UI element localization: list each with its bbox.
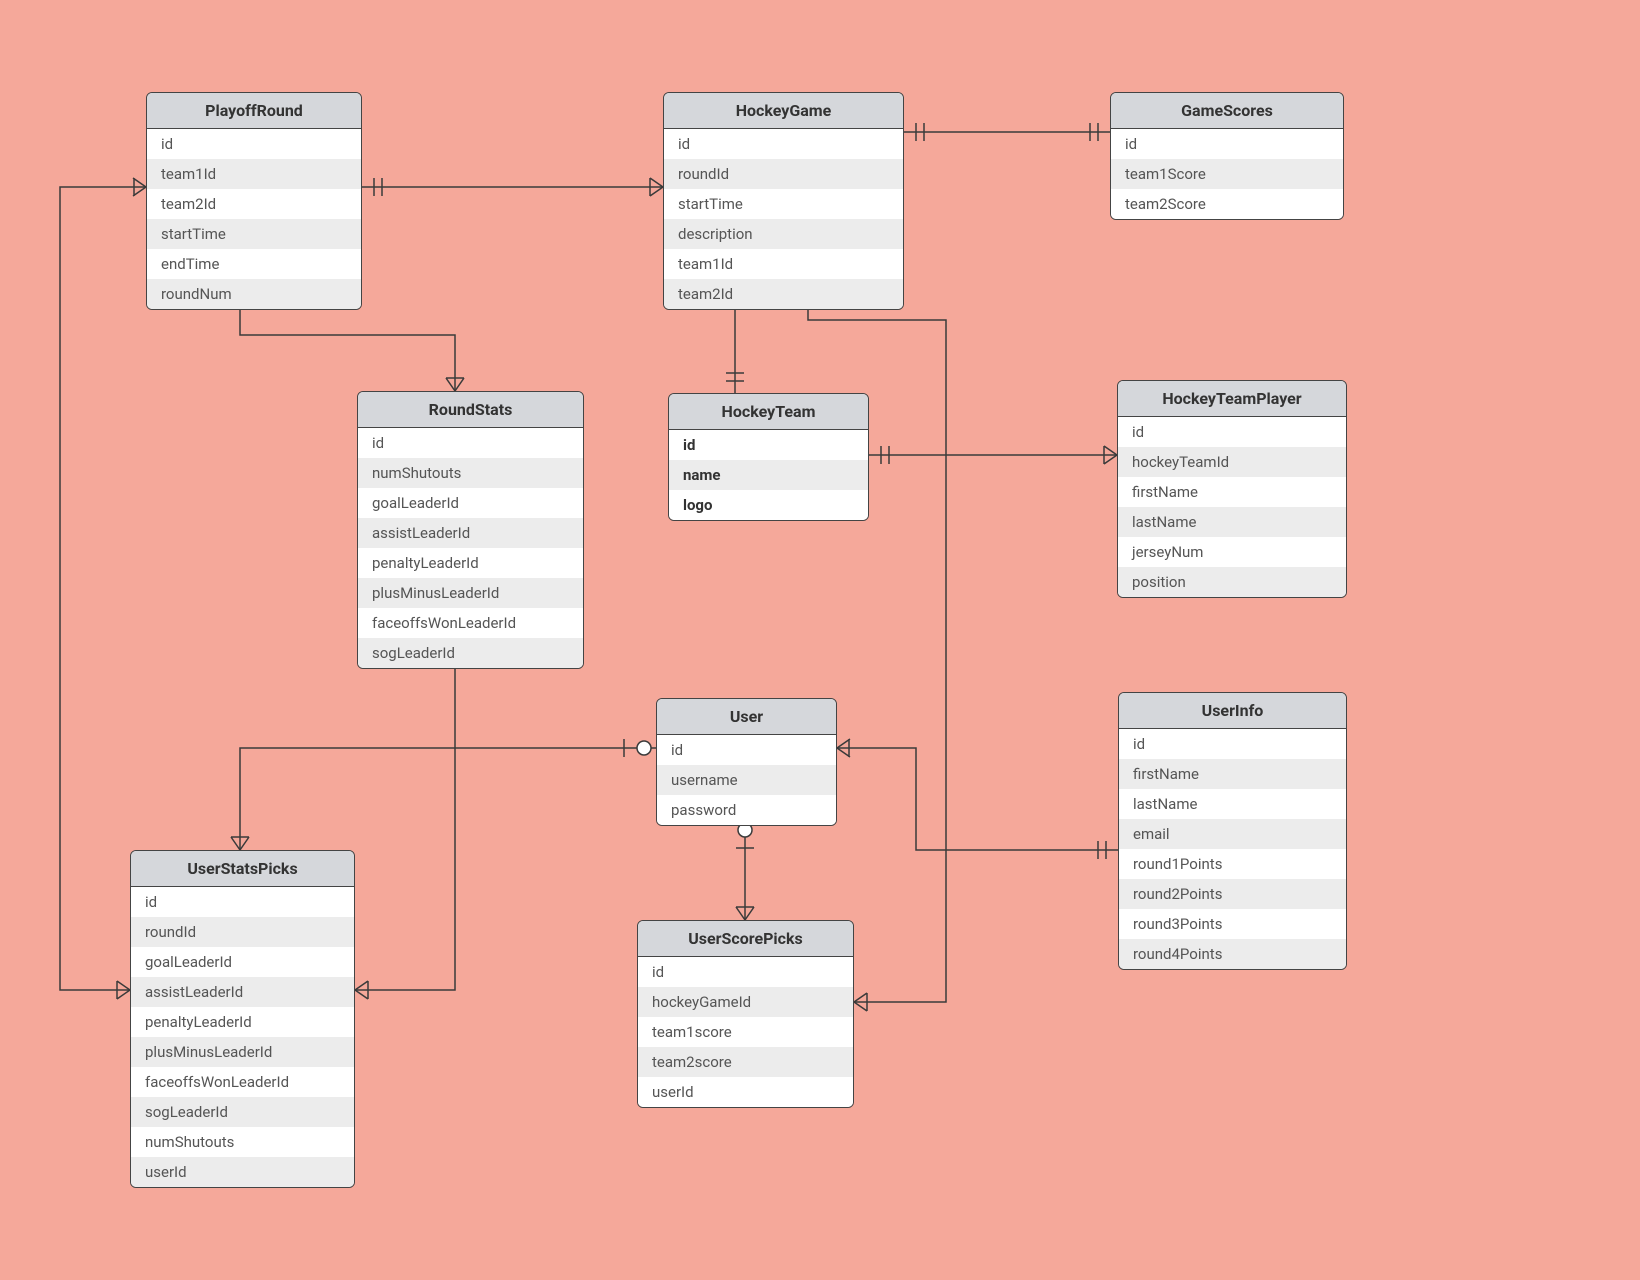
entity-field: id	[1111, 129, 1343, 159]
entity-field: round3Points	[1119, 909, 1346, 939]
entity-user-info: UserInfo id firstName lastName email rou…	[1118, 692, 1347, 970]
entity-field: id	[1119, 729, 1346, 759]
entity-field: id	[1118, 417, 1346, 447]
entity-header: UserStatsPicks	[131, 851, 354, 887]
entity-round-stats: RoundStats id numShutouts goalLeaderId a…	[357, 391, 584, 669]
entity-field: penaltyLeaderId	[358, 548, 583, 578]
entity-user-stats-picks: UserStatsPicks id roundId goalLeaderId a…	[130, 850, 355, 1188]
entity-field: team2Id	[147, 189, 361, 219]
entity-field: numShutouts	[358, 458, 583, 488]
entity-field: team2Score	[1111, 189, 1343, 219]
entity-header: PlayoffRound	[147, 93, 361, 129]
entity-field: roundId	[664, 159, 903, 189]
entity-field: penaltyLeaderId	[131, 1007, 354, 1037]
entity-field: logo	[669, 490, 868, 520]
entity-field: goalLeaderId	[358, 488, 583, 518]
entity-field: team2Id	[664, 279, 903, 309]
entity-field: lastName	[1118, 507, 1346, 537]
entity-field: jerseyNum	[1118, 537, 1346, 567]
entity-field: firstName	[1119, 759, 1346, 789]
entity-header: UserScorePicks	[638, 921, 853, 957]
entity-field: sogLeaderId	[131, 1097, 354, 1127]
entity-field: round1Points	[1119, 849, 1346, 879]
entity-field: team1Score	[1111, 159, 1343, 189]
entity-field: id	[638, 957, 853, 987]
entity-header: RoundStats	[358, 392, 583, 428]
entity-field: id	[657, 735, 836, 765]
entity-hockey-team: HockeyTeam id name logo	[668, 393, 869, 521]
entity-field: plusMinusLeaderId	[358, 578, 583, 608]
entity-field: userId	[131, 1157, 354, 1187]
entity-user: User id username password	[656, 698, 837, 826]
entity-field: id	[358, 428, 583, 458]
entity-field: hockeyTeamId	[1118, 447, 1346, 477]
entity-field: startTime	[147, 219, 361, 249]
entity-field: team1Id	[147, 159, 361, 189]
entity-field: name	[669, 460, 868, 490]
entity-field: round4Points	[1119, 939, 1346, 969]
entity-field: faceoffsWonLeaderId	[131, 1067, 354, 1097]
entity-field: sogLeaderId	[358, 638, 583, 668]
entity-game-scores: GameScores id team1Score team2Score	[1110, 92, 1344, 220]
entity-field: password	[657, 795, 836, 825]
entity-header: HockeyTeamPlayer	[1118, 381, 1346, 417]
entity-playoff-round: PlayoffRound id team1Id team2Id startTim…	[146, 92, 362, 310]
entity-field: team1score	[638, 1017, 853, 1047]
entity-hockey-team-player: HockeyTeamPlayer id hockeyTeamId firstNa…	[1117, 380, 1347, 598]
entity-field: hockeyGameId	[638, 987, 853, 1017]
entity-field: plusMinusLeaderId	[131, 1037, 354, 1067]
entity-field: faceoffsWonLeaderId	[358, 608, 583, 638]
entity-field: startTime	[664, 189, 903, 219]
entity-field: id	[147, 129, 361, 159]
entity-user-score-picks: UserScorePicks id hockeyGameId team1scor…	[637, 920, 854, 1108]
entity-field: id	[669, 430, 868, 460]
entity-field: round2Points	[1119, 879, 1346, 909]
entity-field: email	[1119, 819, 1346, 849]
entity-header: GameScores	[1111, 93, 1343, 129]
entity-field: lastName	[1119, 789, 1346, 819]
entity-header: UserInfo	[1119, 693, 1346, 729]
entity-field: assistLeaderId	[358, 518, 583, 548]
entity-field: position	[1118, 567, 1346, 597]
entity-field: id	[131, 887, 354, 917]
entity-field: goalLeaderId	[131, 947, 354, 977]
entity-field: roundNum	[147, 279, 361, 309]
entity-field: assistLeaderId	[131, 977, 354, 1007]
entity-field: numShutouts	[131, 1127, 354, 1157]
entity-header: HockeyGame	[664, 93, 903, 129]
entity-field: roundId	[131, 917, 354, 947]
entity-field: team1Id	[664, 249, 903, 279]
entity-field: firstName	[1118, 477, 1346, 507]
entity-header: User	[657, 699, 836, 735]
entity-field: username	[657, 765, 836, 795]
entity-hockey-game: HockeyGame id roundId startTime descript…	[663, 92, 904, 310]
entity-field: endTime	[147, 249, 361, 279]
entity-header: HockeyTeam	[669, 394, 868, 430]
entity-field: description	[664, 219, 903, 249]
entity-field: team2score	[638, 1047, 853, 1077]
entity-field: userId	[638, 1077, 853, 1107]
entity-field: id	[664, 129, 903, 159]
